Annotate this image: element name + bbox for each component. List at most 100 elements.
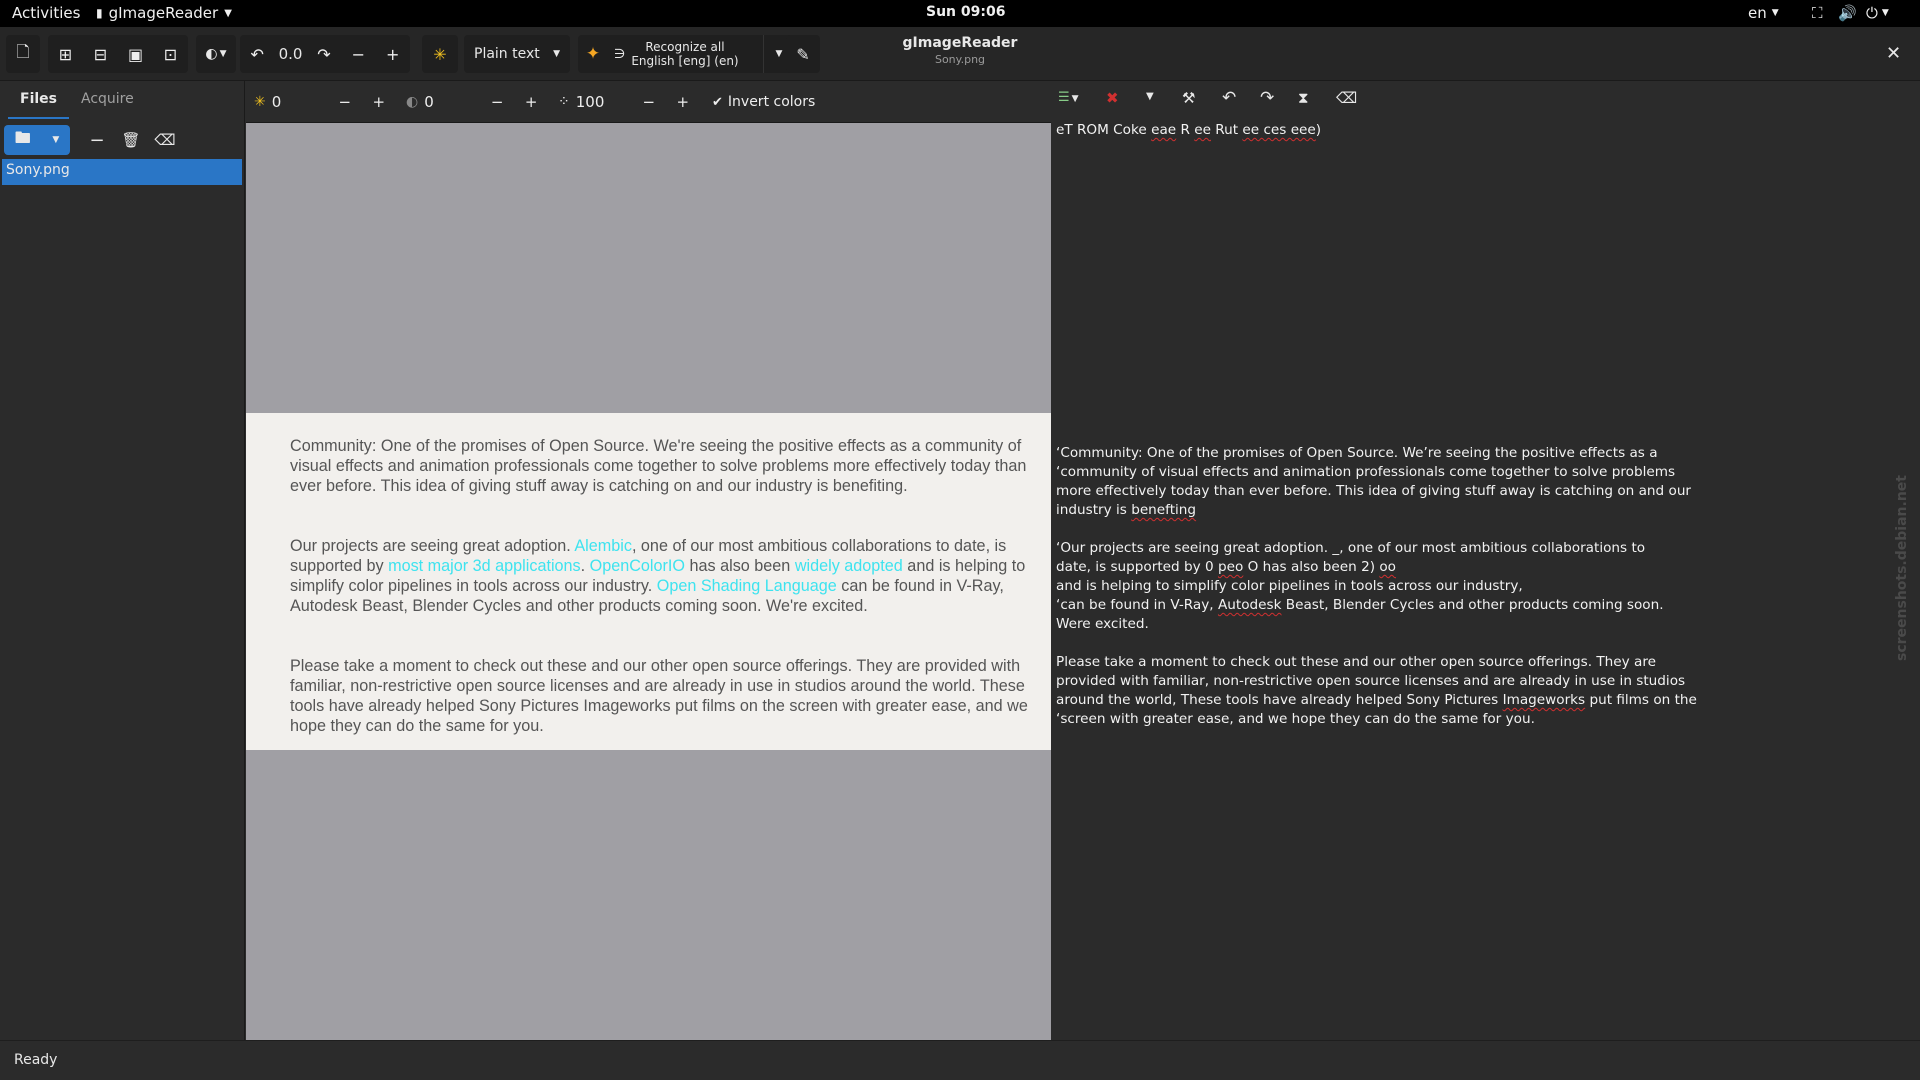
brightness-value[interactable]: 0 — [272, 93, 328, 111]
header-bar: 🗋 ⊞ ⊟ ▣ ⊡ ◐ ▼ ↶ 0.0 ↷ − + ✳ Plain text ▼ … — [0, 27, 1920, 81]
ocr-line: ‘Our projects are seeing great adoption.… — [1056, 540, 1646, 556]
output-menu-dropdown[interactable]: ☰ ▼ — [1058, 90, 1079, 105]
power-menu[interactable]: ⏻ ▼ — [1866, 4, 1889, 22]
contrast-spinner[interactable]: ◐ 0 − + — [406, 86, 548, 118]
redo-icon[interactable]: ↷ — [1260, 88, 1274, 108]
plus-icon[interactable]: + — [666, 93, 700, 111]
app-menu[interactable]: ▮ gImageReader ▼ — [96, 4, 232, 22]
sources-panel: Files Acquire 🖿 ▼ − 🗑 ⌫ Sony.png — [0, 81, 245, 1040]
ocr-word: Beast, Blender Cycles and other products… — [1281, 597, 1664, 613]
invert-colors-checkbox[interactable]: ✔ Invert colors — [712, 86, 815, 118]
misspelled-word: oo — [1379, 559, 1396, 575]
doc-text: . — [580, 557, 590, 575]
misspelled-word: ee ces eee — [1242, 122, 1316, 138]
ocr-line: around the world, These tools have alrea… — [1056, 691, 1697, 710]
volume-icon[interactable]: 🔊 — [1838, 4, 1857, 22]
sparkle-icon: ✳ — [433, 44, 447, 64]
plus-icon[interactable]: + — [380, 41, 406, 67]
recognize-group: ✦ ∋ Recognize all English [eng] (en) ▼ — [578, 35, 794, 73]
ocr-word: put films on the — [1585, 692, 1697, 708]
delete-file-icon[interactable]: 🗑 — [118, 131, 144, 149]
status-bar: Ready — [0, 1040, 1920, 1080]
minus-icon[interactable]: − — [632, 93, 666, 111]
tab-files[interactable]: Files — [8, 81, 69, 119]
zoom-in-icon[interactable]: ⊞ — [53, 41, 79, 67]
doc-text: has also been — [685, 557, 795, 575]
ocr-word: R — [1176, 122, 1195, 138]
rotate-right-icon[interactable]: ↷ — [311, 41, 337, 67]
files-toolbar: 🖿 ▼ − 🗑 ⌫ — [4, 121, 240, 159]
plus-icon[interactable]: + — [362, 93, 396, 111]
list-icon: ☰ — [1058, 90, 1070, 105]
status-text: Ready — [14, 1052, 58, 1068]
close-window-icon[interactable]: ✕ — [1886, 43, 1901, 64]
network-icon[interactable]: ⛶ — [1812, 4, 1823, 22]
ocr-line: more effectively today than ever before.… — [1056, 483, 1692, 499]
brightness-spinner[interactable]: ✳ 0 − + — [254, 86, 396, 118]
clock[interactable]: Sun 09:06 — [926, 4, 1005, 20]
system-top-bar: Activities ▮ gImageReader ▼ Sun 09:06 en… — [0, 0, 1920, 27]
plus-icon[interactable]: + — [514, 93, 548, 111]
file-list-item[interactable]: Sony.png — [2, 159, 242, 185]
window-title: gImageReader Sony.png — [860, 35, 1060, 66]
ocr-line: Were excited. — [1056, 616, 1149, 632]
zoom-out-icon[interactable]: ⊟ — [88, 41, 114, 67]
contrast-value[interactable]: 0 — [424, 93, 480, 111]
recognize-icon: ∋ — [614, 46, 626, 62]
edit-output-button[interactable]: ✎ — [786, 35, 820, 73]
strip-linebreaks-icon[interactable]: ✖ — [1106, 89, 1119, 107]
minus-icon[interactable]: − — [328, 93, 362, 111]
find-replace-icon[interactable]: ⚒ — [1182, 89, 1195, 107]
recognize-all-button[interactable]: ∋ Recognize all English [eng] (en) — [608, 40, 739, 68]
rotate-mode-dropdown[interactable]: ◐ ▼ — [196, 35, 236, 73]
language-indicator[interactable]: en ▼ — [1748, 4, 1779, 22]
misspelled-word: eae — [1151, 122, 1177, 138]
watermark: screenshots.debian.net — [1894, 475, 1910, 661]
ocr-text-output[interactable]: eT ROM Coke eae R ee Rut ee ces eee) ‘Co… — [1052, 121, 1920, 1040]
ocr-word: industry is — [1056, 502, 1132, 518]
minus-icon[interactable]: − — [480, 93, 514, 111]
chevron-down-icon[interactable]: ▼ — [1146, 91, 1154, 102]
ocr-line: ‘can be found in V-Ray, Autodesk Beast, … — [1056, 596, 1664, 615]
rotate-page-icon: ◐ — [205, 46, 218, 62]
best-fit-icon[interactable]: ⊡ — [158, 41, 184, 67]
ocr-word: Rut — [1210, 122, 1243, 138]
recognize-language: English [eng] (en) — [631, 54, 739, 68]
tab-acquire[interactable]: Acquire — [69, 81, 146, 119]
doc-link: most major 3d applications — [388, 557, 581, 575]
misspelled-word: ee — [1194, 122, 1211, 138]
output-mode-label: Plain text — [474, 46, 540, 62]
remove-image-icon[interactable]: − — [84, 130, 110, 151]
activities-button[interactable]: Activities — [12, 4, 80, 22]
rotation-value[interactable]: 0.0 — [279, 45, 303, 63]
clear-list-icon[interactable]: ⌫ — [152, 131, 178, 149]
resolution-icon: ⁘ — [558, 94, 570, 110]
undo-icon[interactable]: ↶ — [1222, 88, 1236, 108]
new-file-button[interactable]: 🗋 — [6, 35, 40, 73]
ocr-word: eT ROM Coke — [1056, 122, 1152, 138]
ocr-word: ‘can be found in V-Ray, — [1056, 597, 1218, 613]
autodetect-layout-button[interactable]: ✳ — [422, 35, 458, 73]
new-file-icon: 🗋 — [16, 41, 30, 61]
doc-link: widely adopted — [794, 557, 903, 575]
window-subtitle: Sony.png — [934, 53, 986, 66]
minus-icon[interactable]: − — [345, 41, 371, 67]
image-canvas[interactable]: Community: One of the promises of Open S… — [246, 123, 1051, 1040]
app-menu-label: gImageReader — [108, 4, 219, 22]
chevron-down-icon: ▼ — [1771, 8, 1779, 18]
resolution-spinner[interactable]: ⁘ 100 − + — [558, 86, 700, 118]
invert-colors-label: Invert colors — [727, 94, 816, 110]
clear-output-icon[interactable]: ⌫ — [1336, 89, 1357, 107]
output-mode-dropdown[interactable]: Plain text ▼ — [464, 35, 570, 73]
original-size-icon[interactable]: ▣ — [123, 41, 149, 67]
chevron-down-icon: ▼ — [219, 49, 227, 59]
resolution-value[interactable]: 100 — [576, 93, 632, 111]
ocr-line: eT ROM Coke eae R ee Rut ee ces eee) — [1056, 121, 1321, 140]
save-output-icon[interactable]: ⧗ — [1298, 89, 1309, 107]
rotate-left-icon[interactable]: ↶ — [244, 41, 270, 67]
doc-paragraph-2: Our projects are seeing great adoption. … — [290, 536, 1030, 616]
ocr-line: and is helping to simplify color pipelin… — [1056, 578, 1523, 594]
power-icon: ⏻ — [1866, 4, 1878, 22]
add-images-button[interactable]: 🖿 ▼ — [4, 125, 70, 155]
recognize-wand-icon[interactable]: ✦ — [578, 44, 608, 64]
